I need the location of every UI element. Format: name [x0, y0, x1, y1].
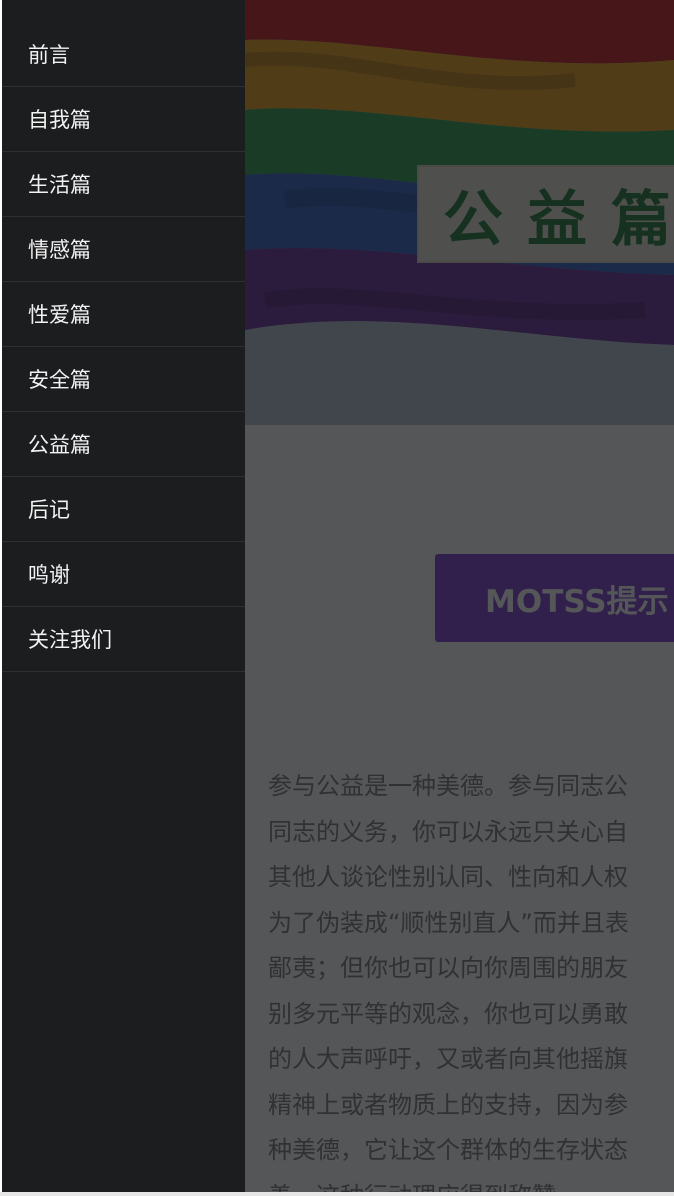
sidebar-item-label: 生活篇 [28, 173, 91, 197]
sidebar-item-preface[interactable]: 前言 [2, 22, 245, 87]
sidebar-item-acknowledgements[interactable]: 鸣谢 [2, 542, 245, 607]
hero-title-box: 公益篇 [417, 165, 674, 263]
hero-title: 公益篇 [443, 184, 674, 255]
article-line: 鄙夷；但你也可以向你周围的朋友 [268, 954, 628, 982]
article-line: 精神上或者物质上的支持，因为参 [268, 1090, 628, 1119]
sidebar-item-label: 情感篇 [28, 238, 91, 262]
article-line: 种美德，它让这个群体的生存状态 [268, 1136, 628, 1164]
motss-tip-button[interactable]: MOTSS提示 [435, 554, 674, 642]
sidebar-item-follow-us[interactable]: 关注我们 [2, 607, 245, 672]
sidebar-item-self[interactable]: 自我篇 [2, 87, 245, 152]
main-content: 公益篇 MOTSS提示 参与公益是一种美德。参与同志公 同志的义务，你可以永远只关… [245, 0, 674, 1196]
sidebar-item-sex[interactable]: 性爱篇 [2, 282, 245, 347]
sidebar-item-emotion[interactable]: 情感篇 [2, 217, 245, 282]
sidebar-item-label: 前言 [28, 43, 70, 67]
sidebar-item-label: 自我篇 [28, 108, 91, 132]
sidebar-item-label: 后记 [28, 498, 70, 522]
sidebar-item-label: 性爱篇 [28, 303, 91, 327]
sidebar-item-label: 关注我们 [28, 628, 112, 652]
sidebar-drawer: 前言 自我篇 生活篇 情感篇 性爱篇 安全篇 公益篇 后记 鸣谢 关注我们 [2, 0, 245, 1196]
sidebar-item-safety[interactable]: 安全篇 [2, 347, 245, 412]
article-text: 参与公益是一种美德。参与同志公 同志的义务，你可以永远只关心自 其他人谈论性别认同、… [268, 764, 674, 1196]
article-line: 参与公益是一种美德。参与同志公 [268, 772, 628, 800]
article-line: 的人大声呼吁，又或者向其他摇旗 [268, 1045, 628, 1073]
sidebar-nav-list: 前言 自我篇 生活篇 情感篇 性爱篇 安全篇 公益篇 后记 鸣谢 关注我们 [2, 22, 245, 672]
motss-tip-button-label: MOTSS提示 [485, 583, 669, 620]
article-line: 其他人谈论性别认同、性向和人权 [268, 863, 628, 891]
sidebar-item-label: 公益篇 [28, 433, 91, 457]
sidebar-item-label: 安全篇 [28, 368, 91, 392]
article-line: 同志的义务，你可以永远只关心自 [268, 817, 628, 846]
sidebar-item-afterword[interactable]: 后记 [2, 477, 245, 542]
article-line: 为了伪装成“顺性别直人”而并且表 [268, 908, 629, 937]
sidebar-item-life[interactable]: 生活篇 [2, 152, 245, 217]
sidebar-item-label: 鸣谢 [28, 563, 70, 587]
article-line: 别多元平等的观念，你也可以勇敢 [268, 999, 628, 1028]
screen: 公益篇 MOTSS提示 参与公益是一种美德。参与同志公 同志的义务，你可以永远只关… [0, 0, 674, 1196]
sidebar-item-charity[interactable]: 公益篇 [2, 412, 245, 477]
hero-banner: 公益篇 [245, 0, 674, 425]
bottom-edge [0, 1192, 674, 1196]
